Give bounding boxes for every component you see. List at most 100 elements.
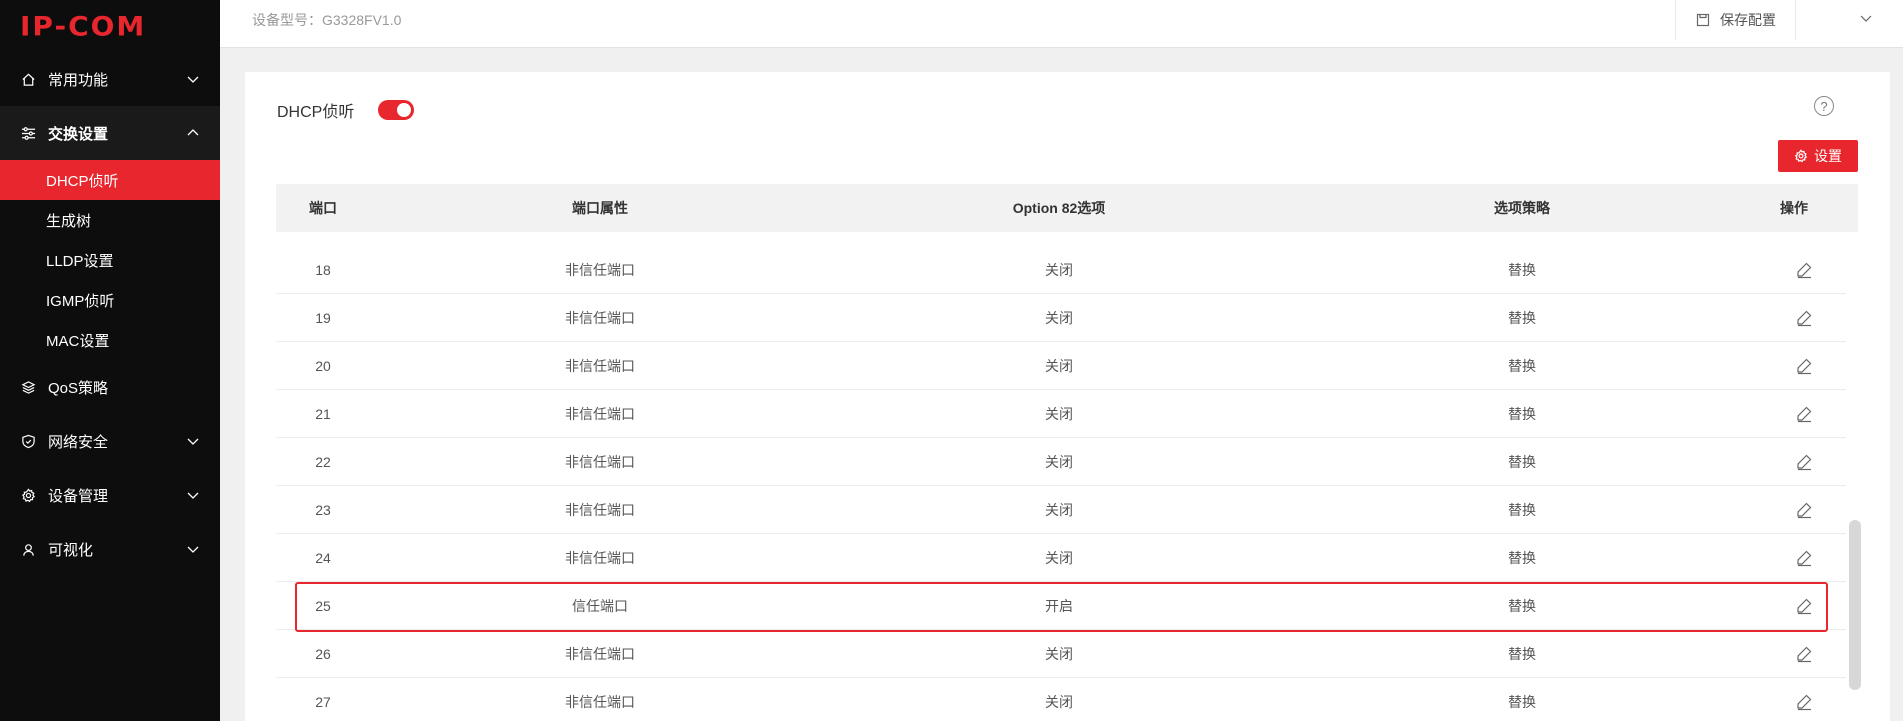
table-row: 27 非信任端口 关闭 替换: [276, 678, 1846, 721]
cell-port-attr: 非信任端口: [565, 261, 635, 278]
table-row: 22 非信任端口 关闭 替换: [276, 438, 1846, 486]
cell-policy: 替换: [1508, 597, 1536, 614]
cell-policy: 替换: [1508, 405, 1536, 422]
cell-option82: 关闭: [1045, 645, 1073, 662]
edit-icon[interactable]: [1795, 501, 1813, 519]
edit-icon[interactable]: [1795, 405, 1813, 423]
table-row: 21 非信任端口 关闭 替换: [276, 390, 1846, 438]
nav-group-security[interactable]: 网络安全: [0, 414, 220, 468]
cell-port-attr: 非信任端口: [565, 549, 635, 566]
cell-port-attr: 非信任端口: [565, 453, 635, 470]
device-model: 设备型号：G3328FV1.0: [252, 12, 402, 28]
gear-icon: [1794, 149, 1808, 163]
edit-icon[interactable]: [1795, 645, 1813, 663]
save-config-button[interactable]: 保存配置: [1675, 0, 1795, 40]
cell-option82: 开启: [1045, 597, 1073, 614]
sidebar-item-spanning-tree[interactable]: 生成树: [0, 200, 220, 240]
cell-port: 21: [315, 405, 331, 422]
topbar: 设备型号：G3328FV1.0 保存配置: [220, 0, 1903, 48]
logo: IP-COM: [0, 0, 220, 52]
settings-button[interactable]: 设置: [1778, 140, 1858, 172]
table-row: 19 非信任端口 关闭 替换: [276, 294, 1846, 342]
nav-group-common[interactable]: 常用功能: [0, 52, 220, 106]
chevron-down-icon: [1859, 11, 1873, 30]
edit-icon[interactable]: [1795, 693, 1813, 711]
scrollbar[interactable]: [1849, 520, 1861, 690]
edit-icon[interactable]: [1795, 261, 1813, 279]
sidebar-item-dhcp-snooping[interactable]: DHCP侦听: [0, 160, 220, 200]
chevron-up-icon: [186, 126, 200, 140]
logo-text: IP-COM: [20, 10, 147, 42]
edit-icon[interactable]: [1795, 453, 1813, 471]
table-body: 18 非信任端口 关闭 替换 19 非信任端口 关闭 替换 20 非信任端口 关闭 替换 21 非信任端口…: [276, 232, 1858, 721]
nav-group-visual[interactable]: 可视化: [0, 522, 220, 576]
cell-option82: 关闭: [1045, 261, 1073, 278]
cell-port: 26: [315, 645, 331, 662]
cell-port-attr: 非信任端口: [565, 693, 635, 710]
save-config-label: 保存配置: [1720, 12, 1776, 28]
cell-port: 19: [315, 309, 331, 326]
chevron-down-icon: [186, 434, 200, 448]
cell-port-attr: 非信任端口: [565, 501, 635, 518]
sidebar-item-igmp[interactable]: IGMP侦听: [0, 280, 220, 320]
cell-policy: 替换: [1508, 501, 1536, 518]
help-icon[interactable]: ?: [1814, 96, 1834, 116]
account-dropdown[interactable]: [1795, 0, 1903, 40]
nav-group-label: 可视化: [48, 541, 94, 559]
table-row: 20 非信任端口 关闭 替换: [276, 342, 1846, 390]
edit-icon[interactable]: [1795, 549, 1813, 567]
cell-policy: 替换: [1508, 309, 1536, 326]
nav-group-device[interactable]: 设备管理: [0, 468, 220, 522]
shield-icon: [20, 433, 36, 449]
settings-button-label: 设置: [1814, 148, 1842, 164]
location-icon: [20, 541, 36, 557]
dhcp-snooping-toggle-row: DHCP侦听: [277, 98, 415, 122]
home-icon: [20, 71, 36, 87]
nav-group-label: 常用功能: [48, 71, 109, 89]
cell-policy: 替换: [1508, 453, 1536, 470]
dhcp-snooping-panel: DHCP侦听 ? 设置 端口 端口属性 Option 82选项 选项策略 操作 …: [245, 72, 1890, 721]
col-policy: 选项策略: [1494, 200, 1550, 216]
cell-port: 27: [315, 693, 331, 710]
col-action: 操作: [1780, 200, 1808, 216]
dhcp-snooping-label: DHCP侦听: [277, 104, 355, 121]
nav-group-switch[interactable]: 交换设置: [0, 106, 220, 160]
nav-group-label: 交换设置: [48, 125, 109, 143]
sliders-icon: [20, 125, 36, 141]
cell-port: 24: [315, 549, 331, 566]
sidebar-item-lldp[interactable]: LLDP设置: [0, 240, 220, 280]
sidebar: IP-COM 常用功能 交换设置 DHCP侦听 生成树 LLDP设置 IGMP侦…: [0, 0, 220, 721]
chevron-down-icon: [186, 72, 200, 86]
nav-group-label: 网络安全: [48, 433, 109, 451]
nav-group-qos[interactable]: QoS策略: [0, 360, 220, 414]
table-row: 18 非信任端口 关闭 替换: [276, 246, 1846, 294]
table-row: 23 非信任端口 关闭 替换: [276, 486, 1846, 534]
cell-port: 23: [315, 501, 331, 518]
cell-port-attr: 非信任端口: [565, 645, 635, 662]
cell-policy: 替换: [1508, 261, 1536, 278]
cell-port: 20: [315, 357, 331, 374]
chevron-down-icon: [186, 488, 200, 502]
edit-icon[interactable]: [1795, 597, 1813, 615]
dhcp-snooping-switch[interactable]: [378, 100, 415, 120]
submenu-switch: DHCP侦听 生成树 LLDP设置 IGMP侦听 MAC设置: [0, 160, 220, 360]
edit-icon[interactable]: [1795, 309, 1813, 327]
cell-policy: 替换: [1508, 357, 1536, 374]
col-option82: Option 82选项: [1012, 200, 1106, 216]
cell-port: 22: [315, 453, 331, 470]
table-row: 25 信任端口 开启 替换: [276, 582, 1846, 630]
cell-option82: 关闭: [1045, 405, 1073, 422]
cell-policy: 替换: [1508, 549, 1536, 566]
cell-option82: 关闭: [1045, 693, 1073, 710]
chevron-down-icon: [186, 542, 200, 556]
gear-icon: [20, 487, 36, 503]
table-row: 26 非信任端口 关闭 替换: [276, 630, 1846, 678]
cell-port: 18: [315, 261, 331, 278]
cell-policy: 替换: [1508, 693, 1536, 710]
sidebar-item-mac[interactable]: MAC设置: [0, 320, 220, 360]
cell-option82: 关闭: [1045, 453, 1073, 470]
switch-knob: [397, 103, 412, 117]
cell-option82: 关闭: [1045, 501, 1073, 518]
edit-icon[interactable]: [1795, 357, 1813, 375]
cell-port-attr: 非信任端口: [565, 357, 635, 374]
